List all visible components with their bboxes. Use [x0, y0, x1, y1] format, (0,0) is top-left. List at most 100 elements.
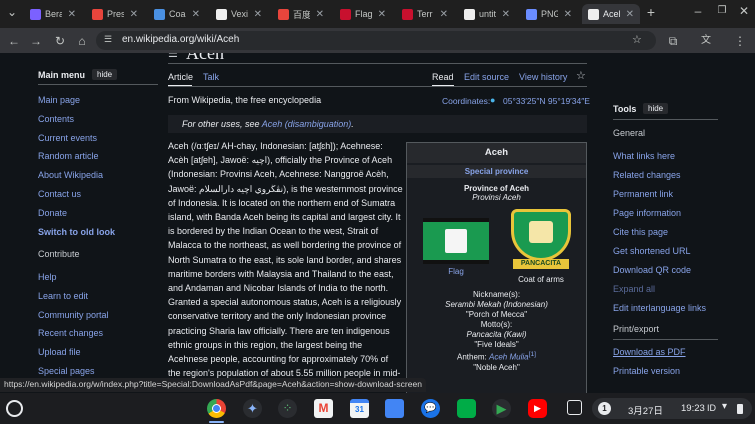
- app-grid-icon[interactable]: ⁘: [278, 399, 297, 418]
- tab-close-icon[interactable]: ✕: [440, 9, 448, 20]
- contribute-item[interactable]: Help: [38, 272, 57, 282]
- infobox-subtitle[interactable]: Special province: [407, 165, 586, 178]
- forward-icon[interactable]: →: [28, 33, 44, 49]
- back-icon[interactable]: ←: [6, 33, 22, 49]
- tab-article[interactable]: Article: [168, 72, 193, 82]
- browser-tab[interactable]: PNG ✕: [520, 4, 578, 24]
- tab-close-icon[interactable]: ✕: [130, 9, 138, 20]
- reload-icon[interactable]: ↻: [52, 33, 68, 49]
- calendar-app-icon[interactable]: 31: [350, 399, 369, 418]
- address-bar[interactable]: ☰ en.wikipedia.org/wiki/Aceh ☆: [96, 31, 656, 50]
- tools-item[interactable]: Related changes: [613, 170, 681, 180]
- tools-hide-button[interactable]: hide: [643, 103, 669, 114]
- main-menu-item[interactable]: Contact us: [38, 189, 81, 199]
- meet-app-icon[interactable]: [457, 399, 476, 418]
- tab-close-icon[interactable]: ✕: [254, 9, 262, 20]
- menu-toggle-icon[interactable]: ☰: [168, 53, 178, 60]
- main-menu-item[interactable]: Contents: [38, 114, 74, 124]
- gemini-app-icon[interactable]: ✦: [243, 399, 262, 418]
- tab-search-icon[interactable]: ⌄: [4, 4, 20, 20]
- browser-tab[interactable]: Pres ✕: [86, 4, 144, 24]
- contribute-item[interactable]: Recent changes: [38, 328, 103, 338]
- home-icon[interactable]: ⌂: [74, 33, 90, 49]
- main-menu-item[interactable]: Current events: [38, 133, 97, 143]
- notification-count[interactable]: 1: [598, 402, 611, 415]
- tools-item[interactable]: What links here: [613, 151, 675, 161]
- tab-close-icon[interactable]: ✕: [502, 9, 510, 20]
- browser-tab[interactable]: Acel ✕: [582, 4, 640, 24]
- globe-icon[interactable]: ●: [490, 95, 495, 105]
- main-menu-item[interactable]: Switch to old look: [38, 227, 115, 237]
- restore-icon[interactable]: ❐: [714, 3, 730, 19]
- bookmark-star-icon[interactable]: ☆: [632, 33, 642, 46]
- coat-of-arms-image[interactable]: PANCACITA: [511, 209, 571, 271]
- browser-tab[interactable]: Terr ✕: [396, 4, 454, 24]
- flag-image[interactable]: [423, 218, 489, 264]
- gmail-app-icon[interactable]: M: [314, 399, 333, 418]
- date-text[interactable]: 3月27日: [628, 403, 663, 417]
- tab-edit-source[interactable]: Edit source: [464, 72, 509, 82]
- site-info-icon[interactable]: ☰: [104, 34, 112, 45]
- tab-read[interactable]: Read: [432, 72, 454, 82]
- launcher-icon[interactable]: [6, 400, 23, 417]
- tools-item[interactable]: Download QR code: [613, 265, 691, 275]
- play-store-app-icon[interactable]: ▶: [492, 399, 511, 418]
- browser-tab[interactable]: Vexi ✕: [210, 4, 268, 24]
- minimize-icon[interactable]: –: [690, 3, 706, 19]
- anthem-value[interactable]: Aceh Mulia: [489, 353, 529, 362]
- contribute-item[interactable]: Special pages: [38, 366, 95, 376]
- time-text[interactable]: 19:23: [681, 403, 705, 414]
- main-menu-item[interactable]: About Wikipedia: [38, 170, 103, 180]
- browser-tab[interactable]: Flag ✕: [334, 4, 392, 24]
- wifi-icon[interactable]: ▾: [722, 401, 727, 412]
- tools-item[interactable]: Page information: [613, 208, 681, 218]
- contribute-item[interactable]: Upload file: [38, 347, 81, 357]
- ime-text[interactable]: ID: [707, 403, 716, 413]
- main-menu-item[interactable]: Main page: [38, 95, 80, 105]
- print-item[interactable]: Download as PDF: [613, 347, 686, 357]
- tools-item[interactable]: Edit interlanguage links: [613, 303, 706, 313]
- watch-star-icon[interactable]: ☆: [576, 69, 586, 82]
- tab-close-icon[interactable]: ✕: [316, 9, 324, 20]
- contribute-item[interactable]: Learn to edit: [38, 291, 88, 301]
- main-menu-hide-button[interactable]: hide: [92, 69, 118, 80]
- main-menu-item[interactable]: Random article: [38, 151, 99, 161]
- tab-talk[interactable]: Talk: [203, 72, 219, 82]
- clipboard-icon[interactable]: [567, 400, 582, 415]
- youtube-app-icon[interactable]: ▶: [528, 399, 547, 418]
- hatnote-link[interactable]: Aceh (disambiguation): [262, 119, 352, 129]
- browser-tab[interactable]: Coal ✕: [148, 4, 206, 24]
- tab-close-icon[interactable]: ✕: [192, 9, 200, 20]
- files-app-icon[interactable]: [385, 399, 404, 418]
- tools-item[interactable]: Cite this page: [613, 227, 668, 237]
- tray-pill[interactable]: [592, 398, 752, 419]
- tab-close-icon[interactable]: ✕: [68, 9, 76, 20]
- body-line: Acèh [atʃeh], Jawoë: اچيه), officially t…: [168, 155, 393, 166]
- print-item[interactable]: Printable version: [613, 366, 680, 376]
- coat-caption[interactable]: Coat of arms: [503, 275, 579, 284]
- browser-tab[interactable]: untit ✕: [458, 4, 516, 24]
- browser-tab[interactable]: Bera ✕: [24, 4, 82, 24]
- contribute-item[interactable]: Community portal: [38, 310, 109, 320]
- main-menu-item[interactable]: Donate: [38, 208, 67, 218]
- tab-close-icon[interactable]: ✕: [626, 9, 634, 20]
- translate-icon[interactable]: 文: [698, 33, 714, 49]
- tab-close-icon[interactable]: ✕: [564, 9, 572, 20]
- tools-item[interactable]: Expand all: [613, 284, 655, 294]
- tools-item[interactable]: Permanent link: [613, 189, 673, 199]
- battery-icon[interactable]: [737, 404, 743, 414]
- tab-view-history[interactable]: View history: [519, 72, 567, 82]
- chrome-app-icon[interactable]: [207, 399, 226, 418]
- close-window-icon[interactable]: ✕: [736, 3, 752, 19]
- tools-item[interactable]: Get shortened URL: [613, 246, 691, 256]
- tab-close-icon[interactable]: ✕: [378, 9, 386, 20]
- browser-tab[interactable]: 百度 ✕: [272, 4, 330, 24]
- menu-icon[interactable]: ⋮: [732, 33, 748, 49]
- new-tab-button[interactable]: +: [643, 4, 659, 20]
- anthem-ref[interactable]: [1]: [529, 351, 536, 358]
- messages-app-icon[interactable]: 💬: [421, 399, 440, 418]
- flag-caption[interactable]: Flag: [423, 267, 489, 276]
- coordinates-value[interactable]: 05°33′25″N 95°19′34″E: [503, 96, 590, 106]
- extensions-icon[interactable]: ⧉: [665, 33, 681, 49]
- infobox-details: Nickname(s): Serambi Mekah (Indonesian) …: [407, 290, 586, 373]
